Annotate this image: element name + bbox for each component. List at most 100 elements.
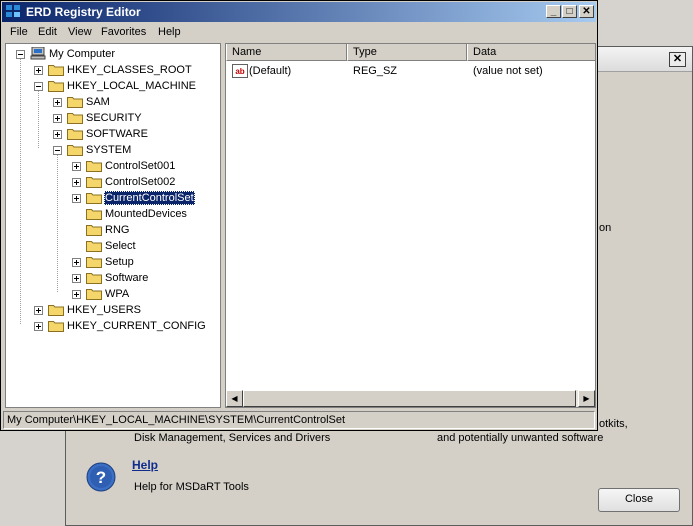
msdart-unwanted-software-text: and potentially unwanted software bbox=[437, 432, 604, 444]
window-title: ERD Registry Editor bbox=[26, 5, 141, 19]
registry-tree[interactable]: My Computer HKEY_CLASSES_ROOT HKEY_LOCAL… bbox=[5, 43, 221, 408]
expand-icon[interactable] bbox=[72, 162, 81, 171]
scroll-right-icon[interactable]: ▶ bbox=[578, 390, 595, 407]
tree-label: RNG bbox=[105, 224, 130, 236]
column-header-name[interactable]: Name bbox=[226, 44, 347, 61]
string-value-icon: ab bbox=[232, 64, 248, 78]
maximize-button[interactable]: □ bbox=[562, 5, 577, 18]
tree-label: WPA bbox=[105, 288, 130, 300]
expand-icon[interactable] bbox=[34, 322, 43, 331]
tree-node-system[interactable]: SYSTEM bbox=[6, 142, 216, 158]
tree-label: Setup bbox=[105, 256, 134, 268]
tree-label: HKEY_USERS bbox=[67, 304, 141, 316]
tree-label: MountedDevices bbox=[105, 208, 187, 220]
value-data-cell: (value not set) bbox=[473, 65, 543, 77]
expand-icon[interactable] bbox=[53, 130, 62, 139]
svg-text:ab: ab bbox=[235, 67, 244, 76]
expand-icon[interactable] bbox=[53, 114, 62, 123]
folder-icon bbox=[67, 97, 83, 108]
minimize-button[interactable]: _ bbox=[546, 5, 561, 18]
value-type-cell: REG_SZ bbox=[353, 65, 398, 77]
tree-label: ControlSet001 bbox=[105, 160, 176, 172]
tree-node-security[interactable]: SECURITY bbox=[6, 110, 216, 126]
collapse-icon[interactable] bbox=[53, 146, 62, 155]
expand-icon[interactable] bbox=[72, 290, 81, 299]
tree-node-software-sub[interactable]: Software bbox=[6, 270, 216, 286]
tree-node-sam[interactable]: SAM bbox=[6, 94, 216, 110]
help-description: Help for MSDaRT Tools bbox=[134, 481, 249, 493]
tree-label: HKEY_CLASSES_ROOT bbox=[67, 64, 192, 76]
value-name-cell: (Default) bbox=[249, 65, 292, 77]
help-icon: ? bbox=[86, 462, 116, 492]
tree-node-select[interactable]: Select bbox=[6, 238, 216, 254]
tree-label-selected: CurrentControlSet bbox=[104, 191, 195, 205]
msdart-text-fragment: otkits, bbox=[599, 418, 628, 430]
expand-icon[interactable] bbox=[34, 306, 43, 315]
menu-bar: File Edit View Favorites Help bbox=[2, 23, 596, 42]
menu-file[interactable]: File bbox=[10, 26, 28, 38]
tree-node-hkey-users[interactable]: HKEY_USERS bbox=[6, 302, 216, 318]
values-list[interactable]: Name Type Data ab (Default) REG_SZ (valu… bbox=[225, 43, 596, 408]
expand-icon[interactable] bbox=[72, 274, 81, 283]
tree-node-rng[interactable]: RNG bbox=[6, 222, 216, 238]
tree-node-wpa[interactable]: WPA bbox=[6, 286, 216, 302]
registry-app-icon bbox=[6, 5, 20, 17]
folder-icon bbox=[86, 257, 102, 268]
folder-icon bbox=[86, 209, 102, 220]
folder-icon bbox=[48, 65, 64, 76]
folder-icon bbox=[48, 321, 64, 332]
expand-icon[interactable] bbox=[72, 178, 81, 187]
tree-node-my-computer[interactable]: My Computer bbox=[6, 46, 216, 62]
expand-icon[interactable] bbox=[34, 66, 43, 75]
tree-node-hkey-local-machine[interactable]: HKEY_LOCAL_MACHINE bbox=[6, 78, 216, 94]
menu-favorites[interactable]: Favorites bbox=[101, 26, 146, 38]
menu-help[interactable]: Help bbox=[158, 26, 181, 38]
tree-node-setup[interactable]: Setup bbox=[6, 254, 216, 270]
close-window-button[interactable]: ✕ bbox=[579, 5, 594, 18]
scrollbar-thumb[interactable] bbox=[243, 390, 576, 407]
collapse-icon[interactable] bbox=[16, 50, 25, 59]
tree-node-hkey-classes-root[interactable]: HKEY_CLASSES_ROOT bbox=[6, 62, 216, 78]
expand-icon[interactable] bbox=[72, 258, 81, 267]
tree-label: SECURITY bbox=[86, 112, 142, 124]
help-link[interactable]: Help bbox=[132, 458, 158, 472]
tree-label: Software bbox=[105, 272, 149, 284]
tree-node-software[interactable]: SOFTWARE bbox=[6, 126, 216, 142]
tree-label: SAM bbox=[86, 96, 110, 108]
tree-node-hkey-current-config[interactable]: HKEY_CURRENT_CONFIG bbox=[6, 318, 216, 334]
folder-icon bbox=[48, 305, 64, 316]
tree-node-currentcontrolset[interactable]: CurrentControlSet bbox=[6, 190, 216, 206]
svg-text:?: ? bbox=[96, 468, 106, 487]
tree-node-controlset001[interactable]: ControlSet001 bbox=[6, 158, 216, 174]
computer-icon bbox=[30, 47, 46, 60]
folder-icon bbox=[86, 273, 102, 284]
menu-view[interactable]: View bbox=[68, 26, 92, 38]
column-header-data[interactable]: Data bbox=[467, 44, 595, 61]
tree-node-controlset002[interactable]: ControlSet002 bbox=[6, 174, 216, 190]
tree-label: SOFTWARE bbox=[86, 128, 148, 140]
menu-edit[interactable]: Edit bbox=[38, 26, 57, 38]
folder-icon bbox=[67, 113, 83, 124]
tree-label: Select bbox=[105, 240, 136, 252]
folder-icon bbox=[86, 225, 102, 236]
expand-icon[interactable] bbox=[53, 98, 62, 107]
tree-label: My Computer bbox=[49, 48, 116, 60]
scroll-left-icon[interactable]: ◀ bbox=[226, 390, 243, 407]
msdart-close-icon[interactable]: ✕ bbox=[669, 52, 686, 67]
folder-icon bbox=[86, 177, 102, 188]
expand-icon[interactable] bbox=[72, 194, 81, 203]
tree-label: HKEY_LOCAL_MACHINE bbox=[67, 80, 196, 92]
close-button[interactable]: Close bbox=[598, 488, 680, 512]
tree-node-mounteddevices[interactable]: MountedDevices bbox=[6, 206, 216, 222]
title-bar[interactable]: ERD Registry Editor _ □ ✕ bbox=[2, 2, 596, 22]
tree-label: SYSTEM bbox=[86, 144, 132, 156]
folder-open-icon bbox=[67, 145, 83, 156]
folder-icon bbox=[67, 129, 83, 140]
registry-editor-window: ERD Registry Editor _ □ ✕ File Edit View… bbox=[0, 0, 598, 431]
column-header-type[interactable]: Type bbox=[347, 44, 467, 61]
status-bar: My Computer\HKEY_LOCAL_MACHINE\SYSTEM\Cu… bbox=[3, 411, 595, 429]
collapse-icon[interactable] bbox=[34, 82, 43, 91]
msdart-text-fragment: on bbox=[599, 222, 612, 234]
horizontal-scrollbar[interactable]: ◀ ▶ bbox=[226, 390, 595, 407]
tree-label: ControlSet002 bbox=[105, 176, 176, 188]
